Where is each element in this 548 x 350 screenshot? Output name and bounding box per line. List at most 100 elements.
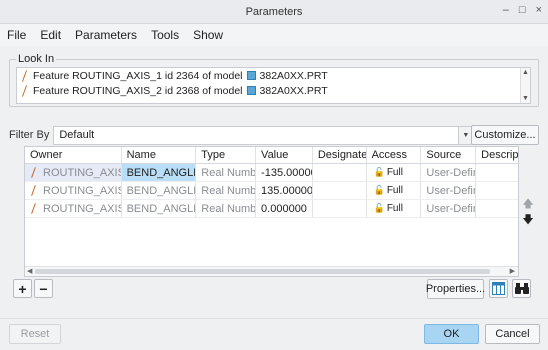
table-header: Owner Name Type Value Designate Access S… [25, 147, 518, 164]
look-in-list[interactable]: Feature ROUTING_AXIS_1 id 2364 of model … [16, 67, 531, 104]
filter-by-select[interactable]: Default ▼ [53, 125, 474, 145]
lock-icon: 🔓 [373, 203, 385, 213]
add-parameter-button[interactable]: + [13, 279, 32, 298]
type-cell[interactable]: Real Number [196, 164, 257, 181]
filter-bar: Filter By Default ▼ Customize... [9, 125, 539, 145]
dialog-footer: Reset OK Cancel [0, 318, 548, 350]
table-row[interactable]: ROUTING_AXIS_1 BEND_ANGLE Real Number -1… [25, 164, 518, 182]
designate-cell[interactable] [313, 164, 367, 181]
filter-by-value: Default [59, 129, 95, 141]
owner-text: ROUTING_AXIS_3 [43, 202, 121, 215]
main-panel: Look In Feature ROUTING_AXIS_1 id 2364 o… [0, 46, 548, 350]
scrollbar-thumb[interactable] [35, 269, 490, 274]
column-header-name[interactable]: Name [122, 147, 197, 163]
window-controls: – □ × [503, 4, 542, 16]
filter-by-label: Filter By [9, 129, 50, 141]
scroll-left-icon[interactable]: ◀ [27, 267, 32, 277]
column-header-owner[interactable]: Owner [25, 147, 122, 163]
part-model-icon [246, 86, 256, 95]
description-cell[interactable] [476, 182, 518, 199]
ok-button[interactable]: OK [424, 324, 479, 344]
access-text: Full [386, 167, 403, 178]
menu-tools[interactable]: Tools [151, 28, 179, 42]
look-in-item[interactable]: Feature ROUTING_AXIS_2 id 2368 of model … [17, 83, 530, 98]
menu-edit[interactable]: Edit [40, 28, 61, 42]
scroll-down-icon[interactable]: ▼ [522, 95, 529, 102]
name-cell[interactable]: BEND_ANGLE [121, 164, 197, 181]
move-down-icon[interactable]: 🡇 [522, 211, 534, 227]
description-cell[interactable] [476, 164, 518, 181]
owner-cell[interactable]: ROUTING_AXIS_3 [25, 200, 122, 217]
look-in-item[interactable]: Feature ROUTING_AXIS_1 id 2364 of model … [17, 68, 530, 83]
window-title: Parameters [245, 5, 303, 18]
source-cell[interactable]: User-Defin... [421, 200, 477, 217]
remove-parameter-button[interactable]: − [34, 279, 53, 298]
access-cell[interactable]: 🔓 Full [367, 182, 422, 199]
look-in-scrollbar[interactable]: ▲ ▼ [520, 68, 530, 103]
access-text: Full [386, 203, 403, 214]
designate-cell[interactable] [313, 182, 367, 199]
customize-button[interactable]: Customize... [471, 125, 539, 145]
description-cell[interactable] [476, 200, 518, 217]
column-header-designate[interactable]: Designate [313, 147, 367, 163]
menu-show[interactable]: Show [193, 28, 223, 42]
column-setup-button[interactable] [489, 279, 508, 298]
axis-feature-icon [30, 185, 37, 196]
axis-feature-icon [21, 70, 29, 82]
value-cell[interactable]: 135.000000 [256, 182, 313, 199]
minimize-icon[interactable]: – [503, 4, 509, 16]
column-header-value[interactable]: Value [256, 147, 313, 163]
owner-cell[interactable]: ROUTING_AXIS_1 [25, 164, 122, 181]
menu-file[interactable]: File [7, 28, 26, 42]
lock-icon: 🔓 [373, 185, 385, 195]
table-horizontal-scrollbar[interactable]: ◀ ▶ [25, 266, 518, 276]
name-cell[interactable]: BEND_ANGLE [122, 182, 197, 199]
access-cell[interactable]: 🔓 Full [367, 164, 422, 181]
close-icon[interactable]: × [536, 4, 542, 16]
reset-button[interactable]: Reset [9, 324, 61, 344]
table-columns-icon [492, 282, 505, 295]
source-cell[interactable]: User-Defin... [421, 164, 477, 181]
cancel-button[interactable]: Cancel [485, 324, 540, 344]
value-cell[interactable]: 0.000000 [256, 200, 313, 217]
designate-cell[interactable] [313, 200, 367, 217]
find-button[interactable] [512, 279, 531, 298]
type-cell[interactable]: Real Number [196, 200, 257, 217]
owner-text: ROUTING_AXIS_2 [43, 184, 121, 197]
column-header-description[interactable]: Descript [476, 147, 518, 163]
scroll-right-icon[interactable]: ▶ [510, 267, 515, 277]
row-order-controls: 🡅 🡇 [522, 195, 534, 227]
binoculars-icon [514, 283, 529, 294]
look-in-label: Look In [16, 53, 57, 65]
column-header-type[interactable]: Type [196, 147, 257, 163]
table-row[interactable]: ROUTING_AXIS_2 BEND_ANGLE Real Number 13… [25, 182, 518, 200]
access-cell[interactable]: 🔓 Full [367, 200, 422, 217]
part-model-icon [246, 71, 256, 80]
menu-parameters[interactable]: Parameters [75, 28, 137, 42]
access-text: Full [386, 185, 403, 196]
row-buttons: + − [13, 279, 53, 298]
axis-feature-icon [30, 203, 37, 214]
look-in-group: Look In Feature ROUTING_AXIS_1 id 2364 o… [9, 53, 539, 107]
look-in-item-text: Feature ROUTING_AXIS_1 id 2364 of model [33, 69, 243, 82]
source-cell[interactable]: User-Defin... [421, 182, 477, 199]
column-header-source[interactable]: Source [421, 147, 477, 163]
column-header-access[interactable]: Access [367, 147, 422, 163]
value-cell[interactable]: -135.000000 [256, 164, 313, 181]
name-cell[interactable]: BEND_ANGLE [122, 200, 197, 217]
properties-button[interactable]: Properties... [426, 279, 485, 299]
type-cell[interactable]: Real Number [196, 182, 257, 199]
look-in-item-text: Feature ROUTING_AXIS_2 id 2368 of model [33, 84, 243, 97]
look-in-item-model: 382A0XX.PRT [259, 84, 328, 97]
move-up-icon[interactable]: 🡅 [522, 195, 534, 211]
lock-icon: 🔓 [373, 167, 385, 177]
parameters-table: Owner Name Type Value Designate Access S… [24, 146, 519, 277]
axis-feature-icon [21, 85, 29, 97]
menu-bar: File Edit Parameters Tools Show [0, 24, 548, 46]
owner-cell[interactable]: ROUTING_AXIS_2 [25, 182, 122, 199]
axis-feature-icon [30, 167, 37, 178]
title-bar: Parameters – □ × [0, 0, 548, 24]
table-row[interactable]: ROUTING_AXIS_3 BEND_ANGLE Real Number 0.… [25, 200, 518, 218]
scroll-up-icon[interactable]: ▲ [522, 69, 529, 76]
maximize-icon[interactable]: □ [519, 4, 526, 16]
